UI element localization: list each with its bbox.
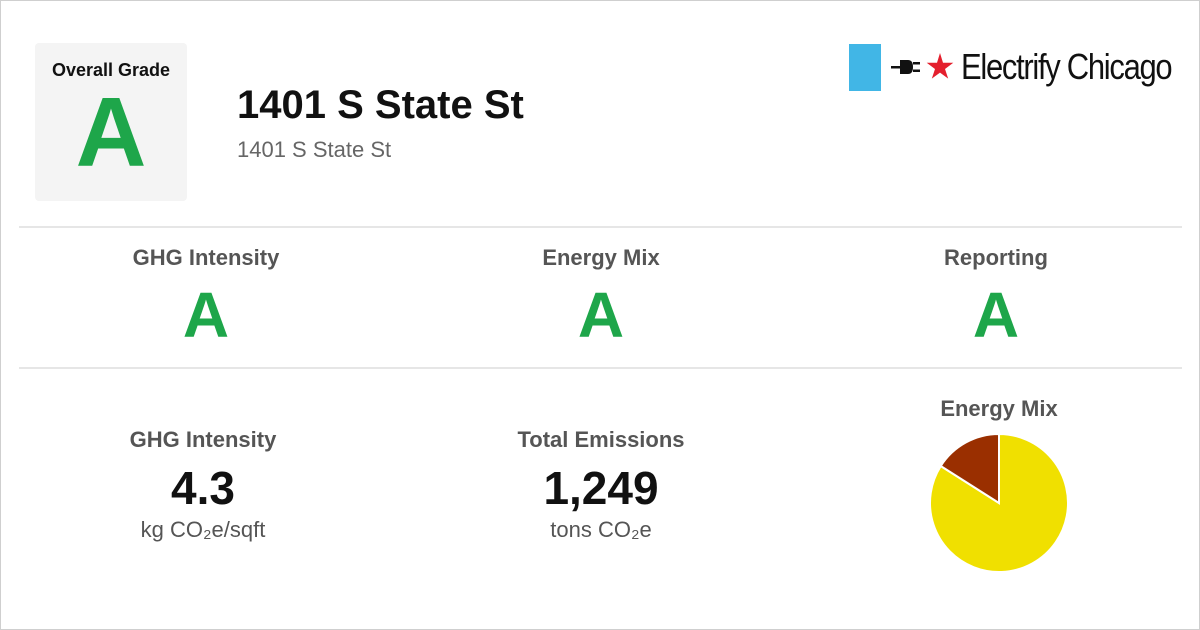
electrify-chicago-logo[interactable]: Electrify Chicago [849, 43, 1200, 91]
grade-label: Reporting [944, 245, 1048, 270]
grade-letter: A [972, 279, 1020, 351]
energy-mix-pie [929, 432, 1069, 573]
metric-value: 4.3 [171, 462, 235, 514]
grade-label: GHG Intensity [132, 245, 280, 270]
grade-energy-mix: Energy Mix A [451, 245, 751, 347]
logo-blue-bar [849, 43, 881, 91]
divider [19, 226, 1182, 228]
metric-unit: kg CO₂e/sqft [140, 517, 266, 542]
metric-label: Total Emissions [517, 427, 685, 452]
metric-unit: tons CO₂e [550, 517, 652, 542]
grade-reporting: Reporting A [846, 245, 1146, 347]
page-title: 1401 S State St [237, 83, 524, 127]
divider [19, 367, 1182, 369]
logo-text: Electrify Chicago [961, 46, 1173, 87]
star-icon [926, 53, 954, 79]
overall-grade-letter: A [75, 77, 147, 187]
grade-ghg-intensity: GHG Intensity A [56, 245, 356, 347]
metric-total-emissions: Total Emissions 1,249 tons CO₂e [451, 427, 751, 543]
grade-label: Energy Mix [542, 245, 660, 270]
chart-title: Energy Mix [940, 396, 1058, 421]
metric-ghg-intensity: GHG Intensity 4.3 kg CO₂e/sqft [53, 427, 353, 543]
building-card: Overall Grade A 1401 S State St 1401 S S… [0, 0, 1200, 630]
energy-mix-chart: Energy Mix [879, 396, 1119, 574]
plug-icon [891, 60, 920, 74]
grade-letter: A [182, 279, 230, 351]
overall-grade-box: Overall Grade A [35, 43, 187, 201]
page-subtitle: 1401 S State St [237, 137, 392, 162]
metric-label: GHG Intensity [129, 427, 277, 452]
grade-letter: A [577, 279, 625, 351]
metric-value: 1,249 [543, 462, 659, 514]
